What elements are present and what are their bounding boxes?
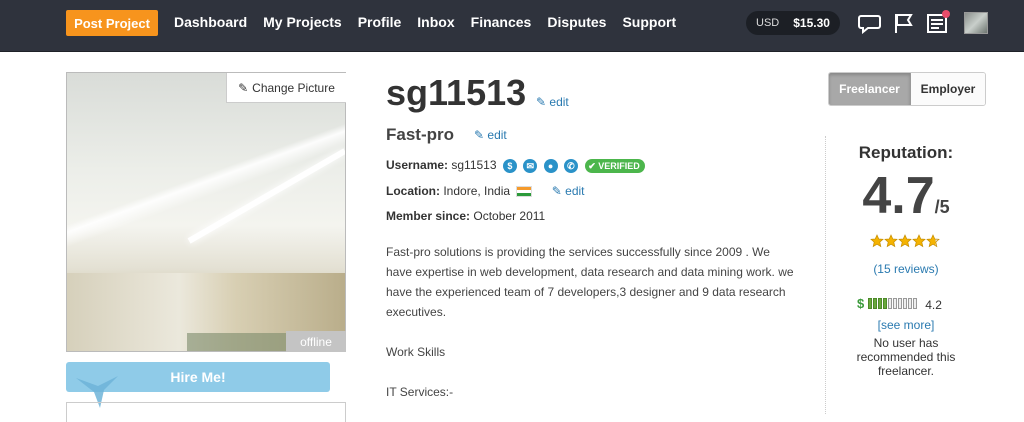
reputation-score: 4.7/5 xyxy=(826,166,986,226)
page-title: sg11513 xyxy=(386,72,527,113)
balance-amount: $15.30 xyxy=(793,16,830,30)
main-nav: Dashboard My Projects Profile Inbox Fina… xyxy=(174,14,692,30)
nav-dashboard[interactable]: Dashboard xyxy=(174,14,247,30)
earnings-bar-segment xyxy=(898,297,903,309)
reputation-score-max: /5 xyxy=(934,197,950,217)
pencil-icon: ✎ xyxy=(536,95,550,109)
pencil-icon: ✎ xyxy=(474,128,488,142)
notification-dot xyxy=(942,10,950,18)
account-balance[interactable]: USD $15.30 xyxy=(746,11,840,35)
pencil-icon: ✎ xyxy=(551,184,566,198)
nav-profile[interactable]: Profile xyxy=(358,14,402,30)
earnings-bar-segment xyxy=(913,297,918,309)
flag-icon[interactable] xyxy=(892,12,916,34)
freelancer-tab[interactable]: Freelancer xyxy=(829,73,911,105)
nav-disputes[interactable]: Disputes xyxy=(547,14,606,30)
location-row: Location: Indore, India ✎ edit xyxy=(386,184,585,198)
earnings-meter: $ 4.2 xyxy=(857,294,942,313)
nav-support[interactable]: Support xyxy=(622,14,676,30)
role-toggle: Freelancer Employer xyxy=(828,72,986,106)
description-spacer xyxy=(386,322,796,342)
earnings-bars xyxy=(868,297,918,309)
earnings-bar-segment xyxy=(903,297,908,309)
member-since-label: Member since: xyxy=(386,209,471,223)
pencil-icon: ✎ xyxy=(238,80,249,95)
earnings-bar-segment xyxy=(888,297,893,309)
payment-verified-icon: $ xyxy=(502,158,517,173)
description-spacer xyxy=(386,362,796,382)
nav-inbox[interactable]: Inbox xyxy=(417,14,454,30)
employer-tab[interactable]: Employer xyxy=(911,73,985,105)
see-more-link[interactable]: [see more] xyxy=(826,318,986,332)
location-value: Indore, India xyxy=(443,184,511,198)
member-since-value: October 2011 xyxy=(473,209,546,223)
dollar-icon: $ xyxy=(857,295,865,311)
nav-my-projects[interactable]: My Projects xyxy=(263,14,342,30)
earnings-bar-segment xyxy=(883,297,888,309)
star-icon xyxy=(926,234,940,248)
reviews-link[interactable]: (15 reviews) xyxy=(826,262,986,276)
post-project-button[interactable]: Post Project xyxy=(66,10,158,36)
verified-label: VERIFIED xyxy=(598,160,640,171)
earnings-bar-segment xyxy=(908,297,913,309)
edit-label: edit xyxy=(549,95,569,109)
description-paragraph: Fast-pro solutions is providing the serv… xyxy=(386,245,794,319)
description-line: IT Services:- xyxy=(386,385,454,399)
profile-verified-icon: ● xyxy=(543,158,558,173)
email-verified-icon: ✉ xyxy=(523,158,538,173)
profile-tagline: Fast-pro xyxy=(386,125,454,144)
star-icon xyxy=(870,234,884,248)
reputation-title: Reputation: xyxy=(858,143,954,162)
verified-badge: ✔ VERIFIED xyxy=(585,158,645,173)
edit-username-link[interactable]: ✎ edit xyxy=(536,95,569,109)
change-picture-label: Change Picture xyxy=(252,80,335,95)
profile-picture xyxy=(66,72,346,352)
reputation-score-value: 4.7 xyxy=(862,167,935,225)
user-avatar[interactable] xyxy=(964,12,988,34)
star-icon xyxy=(912,234,926,248)
earnings-bar-segment xyxy=(878,297,883,309)
edit-label: edit xyxy=(565,184,585,198)
earnings-value: 4.2 xyxy=(925,298,942,312)
member-since-row: Member since: October 2011 xyxy=(386,209,545,223)
secondary-panel xyxy=(66,402,346,422)
edit-tagline-link[interactable]: ✎ edit xyxy=(474,128,507,142)
star-rating xyxy=(870,234,940,248)
location-label: Location: xyxy=(386,184,440,198)
phone-verified-icon: ✆ xyxy=(563,158,578,173)
photo-ceiling-light xyxy=(187,148,345,244)
chat-icon[interactable] xyxy=(858,12,882,34)
status-badge: offline xyxy=(286,331,346,352)
username-row: Username: sg11513 $ ✉ ● ✆ ✔ VERIFIED xyxy=(386,158,645,173)
description-heading: Work Skills xyxy=(386,345,446,359)
username-label: Username: xyxy=(386,158,449,172)
star-icon xyxy=(884,234,898,248)
change-picture-button[interactable]: ✎ Change Picture xyxy=(226,73,346,103)
edit-location-link[interactable]: ✎ edit xyxy=(552,184,585,198)
earnings-bar-segment xyxy=(893,297,898,309)
nav-finances[interactable]: Finances xyxy=(471,14,532,30)
star-icon xyxy=(898,234,912,248)
india-flag-icon xyxy=(516,186,533,198)
earnings-bar-segment xyxy=(868,297,873,309)
recommendation-text: No user has recommended this freelancer. xyxy=(856,336,956,378)
earnings-bar-segment xyxy=(873,297,878,309)
balance-currency: USD xyxy=(756,17,780,29)
profile-description: Fast-pro solutions is providing the serv… xyxy=(386,242,796,402)
top-navbar: Post Project Dashboard My Projects Profi… xyxy=(0,0,1024,52)
edit-label: edit xyxy=(487,128,507,142)
username-value: sg11513 xyxy=(451,158,497,172)
